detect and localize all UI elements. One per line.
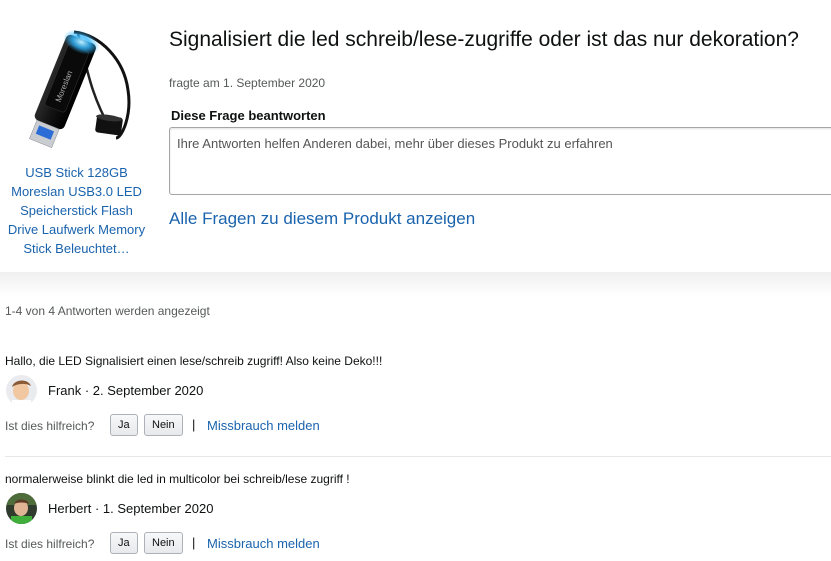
section-divider-shadow xyxy=(0,272,831,296)
answer-text: normalerweise blinkt die led in multicol… xyxy=(5,472,350,486)
helpful-label: Ist dies hilfreich? xyxy=(5,419,95,433)
product-card: Moreslan USB Stick 128GB Moreslan USB3.0… xyxy=(0,20,153,258)
answer-author-row: Herbert · 1. September 2020 xyxy=(5,493,831,526)
answer-divider xyxy=(5,456,831,457)
question-asked-date: fragte am 1. September 2020 xyxy=(169,76,326,90)
vote-no-button[interactable]: Nein xyxy=(144,532,183,554)
report-abuse-link[interactable]: Missbrauch melden xyxy=(207,418,320,433)
answer-item: Hallo, die LED Signalisiert einen lese/s… xyxy=(5,354,831,439)
question-title: Signalisiert die led schreib/lese-zugrif… xyxy=(169,28,799,51)
answer-textarea[interactable]: Ihre Antworten helfen Anderen dabei, meh… xyxy=(169,127,831,195)
answer-text: Hallo, die LED Signalisiert einen lese/s… xyxy=(5,354,383,368)
helpful-label: Ist dies hilfreich? xyxy=(5,537,95,551)
product-title-link[interactable]: USB Stick 128GB Moreslan USB3.0 LED Spei… xyxy=(0,163,153,258)
separator: | xyxy=(192,535,196,550)
answer-author[interactable]: Frank · 2. September 2020 xyxy=(48,383,203,398)
vote-yes-button[interactable]: Ja xyxy=(110,414,138,436)
helpful-row: Ist dies hilfreich? Ja Nein | Missbrauch… xyxy=(5,413,831,439)
user-avatar-frank[interactable] xyxy=(6,375,37,406)
answers-count: 1-4 von 4 Antworten werden angezeigt xyxy=(5,304,210,318)
all-questions-link[interactable]: Alle Fragen zu diesem Produkt anzeigen xyxy=(169,209,475,229)
vote-yes-button[interactable]: Ja xyxy=(110,532,138,554)
vote-no-button[interactable]: Nein xyxy=(144,414,183,436)
product-image[interactable]: Moreslan xyxy=(16,20,136,150)
answer-item: normalerweise blinkt die led in multicol… xyxy=(5,472,831,557)
user-avatar-herbert[interactable] xyxy=(6,493,37,524)
report-abuse-link[interactable]: Missbrauch melden xyxy=(207,536,320,551)
answer-author-row: Frank · 2. September 2020 xyxy=(5,375,831,408)
answer-author[interactable]: Herbert · 1. September 2020 xyxy=(48,501,213,516)
answer-form-label: Diese Frage beantworten xyxy=(171,108,326,123)
helpful-row: Ist dies hilfreich? Ja Nein | Missbrauch… xyxy=(5,531,831,557)
separator: | xyxy=(192,417,196,432)
